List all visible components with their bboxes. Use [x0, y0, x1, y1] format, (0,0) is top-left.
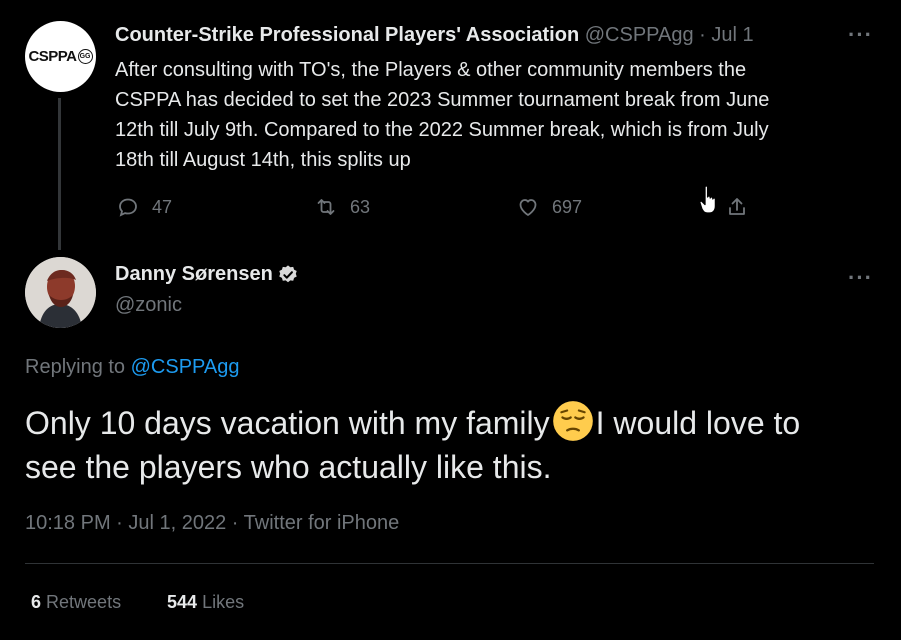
likes-stat[interactable]: 544 Likes: [167, 592, 244, 613]
avatar-portrait-icon: [25, 257, 96, 328]
divider: [25, 563, 874, 564]
reply-count: 47: [152, 196, 173, 217]
quoted-text-line: After consulting with TO's, the Players …: [115, 59, 747, 81]
thread-connector-line: [58, 98, 61, 250]
hand-cursor-icon: [699, 185, 717, 214]
quoted-tweet-text: After consulting with TO's, the Players …: [115, 55, 875, 175]
author-avatar[interactable]: [25, 257, 96, 328]
reply-button[interactable]: 47: [116, 195, 172, 219]
csppa-logo-text: CSPPA: [28, 48, 77, 65]
likes-label: Likes: [202, 592, 245, 612]
replying-to-label: Replying to: [25, 356, 126, 378]
retweets-count: 6: [31, 592, 42, 612]
reply-icon: [119, 198, 137, 217]
retweet-icon: [317, 199, 335, 215]
likes-count: 544: [167, 592, 198, 612]
retweet-count: 63: [350, 196, 371, 217]
csppa-logo-badge: GG: [77, 49, 93, 64]
retweets-label: Retweets: [46, 592, 122, 612]
share-button[interactable]: [725, 195, 749, 219]
quoted-more-options-icon[interactable]: ···: [848, 22, 873, 48]
quoted-date[interactable]: Jul 1: [711, 24, 753, 46]
header-separator: ·: [699, 24, 706, 46]
tweet-timestamp-source[interactable]: 10:18 PM · Jul 1, 2022 · Twitter for iPh…: [25, 512, 399, 535]
quoted-display-name[interactable]: Counter-Strike Professional Players' Ass…: [115, 24, 579, 46]
heart-icon: [519, 199, 537, 216]
like-button[interactable]: 697: [516, 195, 582, 219]
quoted-text-line: 12th till July 9th. Compared to the 2022…: [115, 119, 769, 141]
tweet-body: Only 10 days vacation with my family I w…: [25, 400, 885, 489]
tweet-text-part: Only 10 days vacation with my family: [25, 405, 550, 441]
quoted-handle[interactable]: @CSPPAgg: [585, 24, 694, 46]
csppa-avatar[interactable]: CSPPA GG: [25, 21, 96, 92]
tweet-text-part: I would love to: [595, 405, 801, 441]
tweet-body-line: Only 10 days vacation with my family I w…: [25, 400, 885, 445]
retweets-stat[interactable]: 6 Retweets: [31, 592, 121, 613]
quoted-tweet-header: Counter-Strike Professional Players' Ass…: [115, 24, 754, 47]
author-display-name[interactable]: Danny Sørensen: [115, 263, 273, 285]
share-icon: [729, 198, 745, 215]
retweet-button[interactable]: 63: [314, 195, 370, 219]
verified-badge-icon[interactable]: [277, 264, 299, 286]
tweet-more-options-icon[interactable]: ···: [848, 265, 873, 291]
quoted-text-line: CSPPA has decided to set the 2023 Summer…: [115, 89, 770, 111]
author-handle[interactable]: @zonic: [115, 294, 182, 317]
replying-to-line: Replying to @CSPPAgg: [25, 356, 240, 379]
author-name-row: Danny Sørensen: [115, 263, 299, 286]
tweet-body-line: see the players who actually like this.: [25, 449, 552, 485]
pensive-face-emoji-icon: [552, 401, 593, 441]
quoted-text-line: 18th till August 14th, this splits up: [115, 149, 411, 171]
like-count: 697: [552, 196, 583, 217]
replying-to-handle-link[interactable]: @CSPPAgg: [131, 356, 240, 378]
